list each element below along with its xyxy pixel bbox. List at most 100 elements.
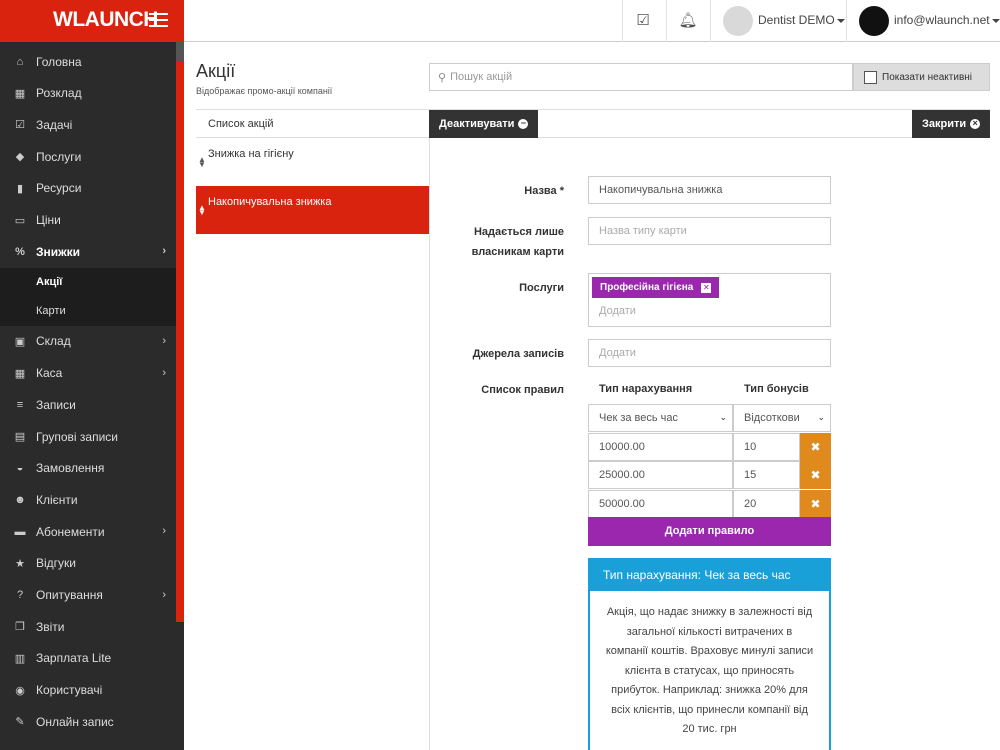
rules-label: Список правил	[481, 384, 564, 396]
sidebar-subitem[interactable]: Карти	[0, 296, 176, 326]
rule-bonus-input[interactable]: 20	[733, 489, 800, 518]
sort-icon: ▲ ▼	[198, 155, 206, 169]
search-placeholder: Пошук акцій	[450, 71, 513, 83]
users-icon: ☻	[14, 493, 26, 506]
deactivate-button[interactable]: Деактивувати −	[429, 110, 539, 138]
sidebar-item-label: Знижки	[36, 244, 81, 259]
minus-circle-icon: −	[518, 119, 529, 129]
rule-threshold-input[interactable]: 50000.00	[588, 489, 733, 518]
sidebar-item[interactable]: ⌂ Головна	[0, 46, 176, 77]
logo[interactable]: WLAUNCH	[53, 8, 158, 32]
chevron-down-icon	[836, 18, 845, 23]
sidebar-item[interactable]: ▭ Ціни	[0, 205, 176, 236]
list-item[interactable]: ▲ ▼ Знижка на гігієну	[196, 138, 429, 186]
sidebar-item-label: Звіти	[36, 619, 65, 634]
info-text-line: всіх клієнтів, що принесли компанії від	[611, 703, 808, 716]
close-circle-icon: ×	[970, 119, 980, 129]
brand-area: WLAUNCH	[0, 0, 184, 42]
bell-icon[interactable]: 🔔︎	[678, 11, 698, 31]
name-input[interactable]: Накопичувальна знижка	[588, 176, 831, 204]
top-bar: WLAUNCH ☑ 🔔︎ Dentist DEMO info@wlaunch.n…	[0, 0, 1000, 42]
sidebar-item-label: Розклад	[36, 86, 82, 101]
chevron-down-icon	[991, 18, 1000, 23]
scrollbar-track[interactable]	[176, 42, 184, 62]
sidebar-item[interactable]: % Знижки ›	[0, 236, 176, 267]
rule-threshold-input[interactable]: 10000.00	[588, 433, 733, 461]
delete-rule-icon[interactable]: ✖	[800, 461, 831, 490]
sidebar-item[interactable]: ▥ Зарплата Lite	[0, 643, 176, 674]
sidebar-item[interactable]: ▬ Абонементи ›	[0, 516, 176, 547]
sidebar-item[interactable]: ◒ Замовлення	[0, 453, 176, 484]
inactive-checkbox[interactable]	[864, 70, 877, 84]
clinic-avatar[interactable]	[723, 6, 753, 36]
clinic-name: Dentist DEMO	[758, 13, 835, 27]
sidebar-item[interactable]: ✎ Онлайн запис	[0, 706, 176, 737]
divider	[846, 0, 847, 42]
search-input[interactable]: ⚲ Пошук акцій	[429, 63, 853, 91]
chevron-right-icon: ›	[162, 334, 166, 347]
divider	[622, 0, 623, 42]
chevron-right-icon: ›	[162, 366, 166, 379]
sidebar-item[interactable]: ▤ Групові записи	[0, 421, 176, 452]
info-text-line: 20 тис. грн	[682, 723, 737, 735]
sidebar-item-label: Послуги	[36, 149, 82, 164]
chevron-right-icon: ›	[162, 588, 166, 601]
list-header: Список акцій	[196, 109, 429, 138]
card-type-input[interactable]: Назва типу карти	[588, 217, 831, 245]
sources-input[interactable]: Додати	[588, 339, 831, 367]
accrual-type-select[interactable]: Чек за весь час ⌄	[588, 404, 733, 432]
chevron-down-icon: ⌄	[719, 412, 727, 422]
sidebar-item[interactable]: ☑ Задачі	[0, 109, 176, 140]
rule-bonus-input[interactable]: 10	[733, 433, 800, 461]
info-text-line: Акція, що надає знижку в залежності від	[606, 606, 813, 618]
sidebar-item[interactable]: ▮ Ресурси	[0, 173, 176, 204]
sidebar-item[interactable]: ◆ Послуги	[0, 141, 176, 172]
divider	[710, 0, 711, 42]
delete-rule-icon[interactable]: ✖	[800, 433, 831, 461]
sidebar-item[interactable]: ? Опитування ›	[0, 580, 176, 611]
bonus-type-select[interactable]: Відсоткови ⌄	[733, 404, 831, 432]
cubes-icon: ▣	[14, 335, 26, 348]
sidebar-item[interactable]: ◉ Користувачі	[0, 675, 176, 706]
sidebar-item[interactable]: ≡ Записи	[0, 389, 176, 420]
sidebar-item[interactable]: ▦ Розклад	[0, 78, 176, 109]
service-tag: Професійна гігієна ✕	[592, 277, 720, 298]
menu-toggle-icon[interactable]	[149, 13, 168, 28]
sidebar: ⌂ Головна ▦ Розклад ☑ Задачі ◆ Послуги ▮ Ресурси ▭…	[0, 42, 184, 750]
sidebar-item-label: Відгуки	[36, 556, 77, 571]
list-item-selected[interactable]: ▲ ▼ Накопичувальна знижка	[196, 186, 429, 234]
sidebar-item[interactable]: ▦ Каса ›	[0, 358, 176, 389]
sidebar-item[interactable]: ☻ Клієнти	[0, 484, 176, 515]
sidebar-subitem[interactable]: Акції	[0, 267, 176, 297]
add-rule-button[interactable]: Додати правило	[588, 517, 831, 546]
scrollbar-thumb[interactable]	[176, 62, 184, 622]
clinic-selector[interactable]: Dentist DEMO	[758, 13, 845, 27]
rule-threshold-input[interactable]: 25000.00	[588, 461, 733, 490]
info-text-line: загальної кількості витрачених в	[626, 625, 793, 638]
chevron-right-icon: ›	[162, 525, 166, 538]
accrual-type-value: Чек за весь час	[599, 412, 679, 424]
remove-tag-icon[interactable]: ✕	[701, 282, 712, 293]
rule-bonus-input[interactable]: 15	[733, 461, 800, 490]
info-title: Тип нарахування: Чек за весь час	[590, 560, 829, 591]
tasks-check-icon[interactable]: ☑	[633, 11, 653, 31]
user-avatar[interactable]	[859, 6, 889, 36]
sidebar-item[interactable]: ❐ Звіти	[0, 611, 176, 642]
services-add-placeholder[interactable]: Додати	[599, 305, 636, 317]
show-inactive-toggle[interactable]: Показати неактивні	[853, 63, 990, 91]
card-label-line2: власникам карти	[471, 246, 564, 258]
user-menu[interactable]: info@wlaunch.net	[894, 13, 1000, 27]
services-label: Послуги	[519, 282, 564, 294]
calculator-icon: ▦	[14, 367, 26, 380]
info-text-line: компанії коштів. Враховує минулі записи	[605, 645, 814, 657]
question-icon: ?	[16, 589, 24, 601]
sidebar-item-label: Користувачі	[36, 683, 103, 698]
promo-name: Накопичувальна знижка	[208, 196, 332, 208]
checkbox-icon: ☑	[15, 119, 25, 132]
delete-rule-icon[interactable]: ✖	[800, 489, 831, 518]
sidebar-item[interactable]: ★ Відгуки	[0, 548, 176, 579]
sidebar-item[interactable]: ▣ Склад ›	[0, 326, 176, 357]
tag-icon: ◆	[15, 151, 25, 164]
sidebar-item-label: Абонементи	[36, 524, 105, 539]
close-button[interactable]: Закрити ×	[912, 110, 990, 138]
